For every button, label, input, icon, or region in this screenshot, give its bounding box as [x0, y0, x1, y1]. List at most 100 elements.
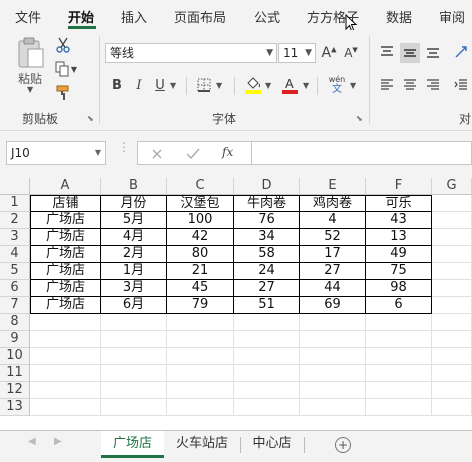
name-box[interactable]: J10 ▼: [6, 141, 106, 165]
column-header-a[interactable]: A: [30, 178, 101, 195]
cell-a4[interactable]: 广场店: [30, 246, 101, 263]
font-color-button[interactable]: A: [280, 74, 300, 96]
cell-f4[interactable]: 49: [366, 246, 432, 263]
cell-f12[interactable]: [366, 382, 432, 399]
cell-b4[interactable]: 2月: [101, 246, 167, 263]
cell-a2[interactable]: 广场店: [30, 212, 101, 229]
font-color-dropdown-icon[interactable]: ▼: [303, 81, 309, 90]
row-header-8[interactable]: 8: [0, 314, 30, 331]
column-header-d[interactable]: D: [234, 178, 300, 195]
cell-a6[interactable]: 广场店: [30, 280, 101, 297]
cell-b2[interactable]: 5月: [101, 212, 167, 229]
format-painter-button[interactable]: [54, 84, 72, 102]
row-header-9[interactable]: 9: [0, 331, 30, 348]
cell-c8[interactable]: [167, 314, 234, 331]
cell-c6[interactable]: 45: [167, 280, 234, 297]
cell-d4[interactable]: 58: [234, 246, 300, 263]
cell-a7[interactable]: 广场店: [30, 297, 101, 314]
cell-g11[interactable]: [432, 365, 472, 382]
cell-g12[interactable]: [432, 382, 472, 399]
cell-c12[interactable]: [167, 382, 234, 399]
cell-e8[interactable]: [300, 314, 366, 331]
column-header-f[interactable]: F: [366, 178, 432, 195]
cell-d10[interactable]: [234, 348, 300, 365]
worksheet-grid[interactable]: A B C D E F G 1 店铺 月份 汉堡包 牛肉卷 鸡肉卷 可乐 2 广场店 5月 100 76 4 43 3 广场…: [0, 178, 472, 430]
cell-c7[interactable]: 79: [167, 297, 234, 314]
select-all-corner[interactable]: [0, 178, 30, 195]
cell-a10[interactable]: [30, 348, 101, 365]
sheet-tab-huochezhan[interactable]: 火车站店: [166, 431, 238, 458]
clipboard-launcher-icon[interactable]: ⬊: [87, 114, 96, 123]
cell-f8[interactable]: [366, 314, 432, 331]
cell-e4[interactable]: 17: [300, 246, 366, 263]
cell-a8[interactable]: [30, 314, 101, 331]
cell-d9[interactable]: [234, 331, 300, 348]
sheet-tab-zhongxin[interactable]: 中心店: [242, 431, 302, 458]
cell-g5[interactable]: [432, 263, 472, 280]
borders-button[interactable]: [195, 75, 213, 95]
cell-d1[interactable]: 牛肉卷: [234, 195, 300, 212]
cell-f1[interactable]: 可乐: [366, 195, 432, 212]
align-top-button[interactable]: [378, 43, 396, 61]
cell-f13[interactable]: [366, 399, 432, 416]
align-bottom-button[interactable]: [424, 43, 442, 61]
cell-c4[interactable]: 80: [167, 246, 234, 263]
sheet-tab-guangchang[interactable]: 广场店: [101, 431, 164, 458]
borders-dropdown-icon[interactable]: ▼: [216, 81, 222, 90]
cell-b6[interactable]: 3月: [101, 280, 167, 297]
cell-e13[interactable]: [300, 399, 366, 416]
tab-page-layout[interactable]: 页面布局: [174, 7, 226, 26]
cell-e3[interactable]: 52: [300, 229, 366, 246]
cell-g6[interactable]: [432, 280, 472, 297]
row-header-5[interactable]: 5: [0, 263, 30, 280]
cell-d7[interactable]: 51: [234, 297, 300, 314]
fill-color-dropdown-icon[interactable]: ▼: [265, 81, 271, 90]
cancel-icon[interactable]: [151, 148, 163, 160]
cell-f7[interactable]: 6: [366, 297, 432, 314]
align-right-button[interactable]: [424, 76, 442, 94]
paste-button[interactable]: [14, 36, 48, 70]
tab-insert[interactable]: 插入: [121, 7, 147, 26]
cell-c5[interactable]: 21: [167, 263, 234, 280]
font-launcher-icon[interactable]: ⬊: [356, 114, 365, 123]
cell-f9[interactable]: [366, 331, 432, 348]
cell-e10[interactable]: [300, 348, 366, 365]
cell-d12[interactable]: [234, 382, 300, 399]
cell-b7[interactable]: 6月: [101, 297, 167, 314]
font-size-select[interactable]: 11 ▼: [278, 43, 316, 63]
cell-b5[interactable]: 1月: [101, 263, 167, 280]
cell-b10[interactable]: [101, 348, 167, 365]
cell-e9[interactable]: [300, 331, 366, 348]
insert-function-icon[interactable]: fx: [222, 145, 233, 159]
column-header-b[interactable]: B: [101, 178, 167, 195]
cell-a3[interactable]: 广场店: [30, 229, 101, 246]
cell-g8[interactable]: [432, 314, 472, 331]
row-header-12[interactable]: 12: [0, 382, 30, 399]
indent-button[interactable]: [452, 76, 470, 94]
cell-d8[interactable]: [234, 314, 300, 331]
cell-e7[interactable]: 69: [300, 297, 366, 314]
italic-button[interactable]: I: [131, 75, 147, 95]
row-header-3[interactable]: 3: [0, 229, 30, 246]
cell-g3[interactable]: [432, 229, 472, 246]
scroll-tabs-left-icon[interactable]: ◀: [28, 436, 36, 447]
cell-g4[interactable]: [432, 246, 472, 263]
cell-e12[interactable]: [300, 382, 366, 399]
cell-b1[interactable]: 月份: [101, 195, 167, 212]
cell-d5[interactable]: 24: [234, 263, 300, 280]
cell-b11[interactable]: [101, 365, 167, 382]
font-name-select[interactable]: 等线 ▼: [105, 43, 277, 63]
cell-b3[interactable]: 4月: [101, 229, 167, 246]
cell-a1[interactable]: 店铺: [30, 195, 101, 212]
paste-dropdown-icon[interactable]: ▼: [27, 85, 33, 94]
cell-e1[interactable]: 鸡肉卷: [300, 195, 366, 212]
row-header-4[interactable]: 4: [0, 246, 30, 263]
scroll-tabs-right-icon[interactable]: ▶: [54, 436, 62, 447]
copy-button[interactable]: ▼: [54, 60, 78, 78]
column-header-e[interactable]: E: [300, 178, 366, 195]
row-header-6[interactable]: 6: [0, 280, 30, 297]
cell-d13[interactable]: [234, 399, 300, 416]
cell-b12[interactable]: [101, 382, 167, 399]
enter-check-icon[interactable]: [186, 148, 200, 160]
cell-a13[interactable]: [30, 399, 101, 416]
